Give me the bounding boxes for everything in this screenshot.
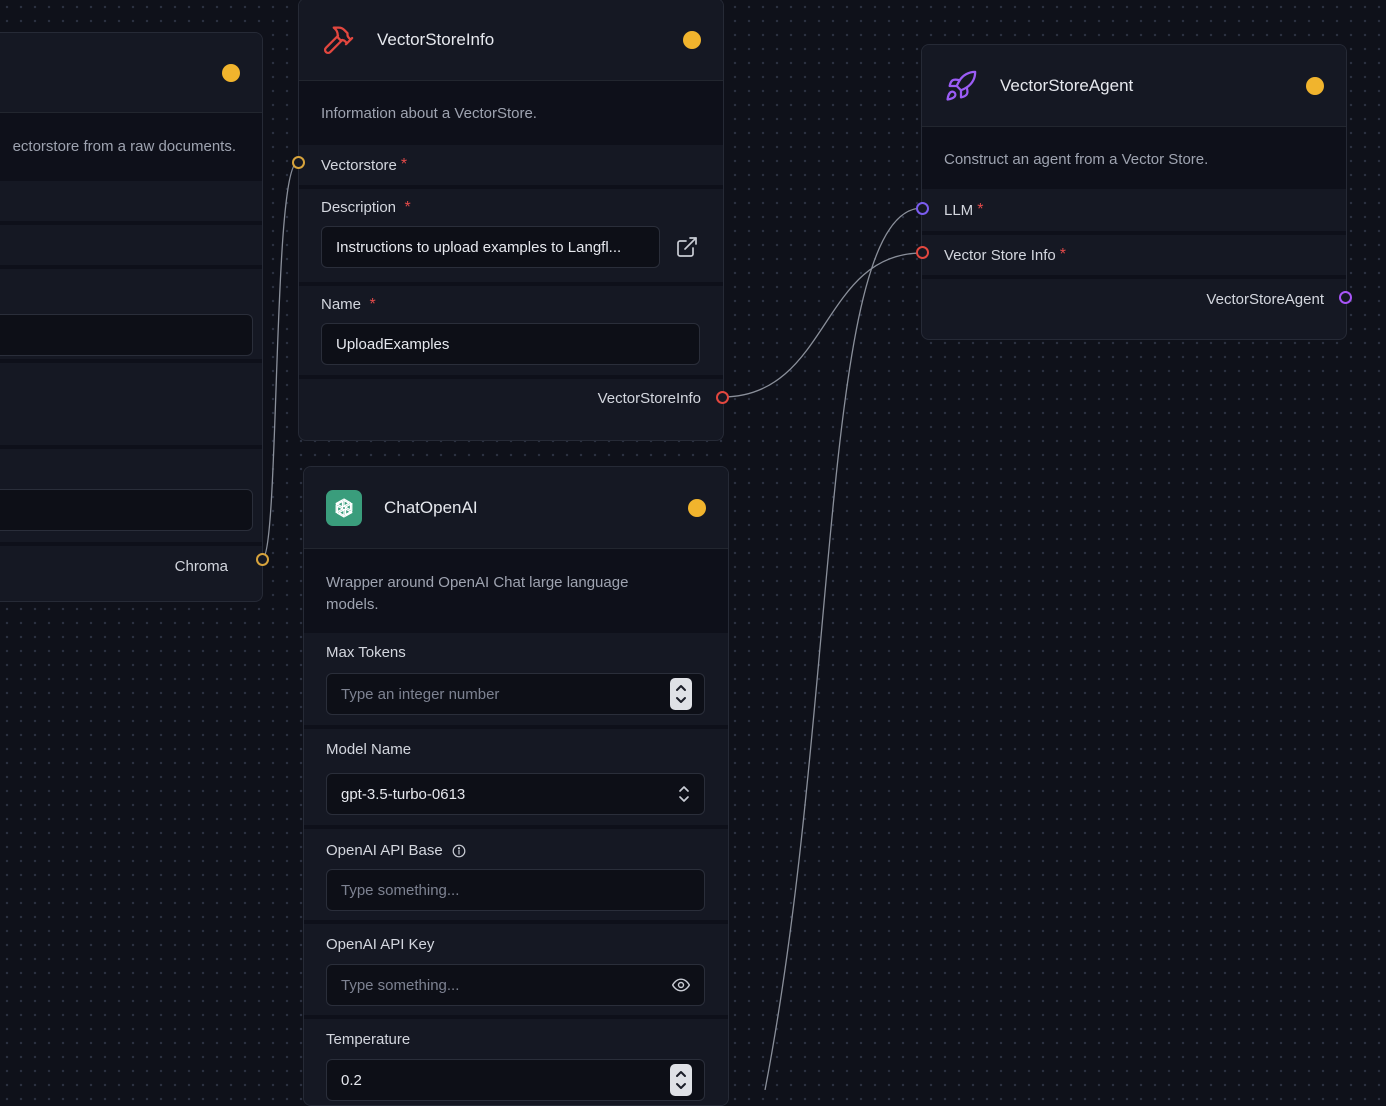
temperature-row: Temperature 0.2 [304,1015,728,1105]
chroma-description: ectorstore from a raw documents. [0,113,262,177]
status-indicator [683,30,701,49]
vectorstoreagent-header[interactable]: VectorStoreAgent [922,45,1346,127]
number-stepper-icon[interactable] [670,678,692,710]
external-link-icon[interactable] [675,235,699,259]
node-title: VectorStoreAgent [1000,75,1134,95]
openai-icon [326,489,362,526]
vector-store-info-input-handle[interactable] [916,246,929,259]
api-key-label: OpenAI API Key [326,936,435,953]
edge-vectorstoreinfo-to-agent[interactable] [721,252,923,398]
output-label: VectorStoreInfo [597,389,701,407]
node-description: Construct an agent from a Vector Store. [922,127,1346,189]
max-tokens-row: Max Tokens Type an integer number [304,633,728,725]
vectorstore-label: Vectorstore [321,156,397,174]
chroma-output-handle[interactable] [256,553,269,566]
node-description: Wrapper around OpenAI Chat large languag… [304,549,728,633]
eye-icon[interactable] [670,975,692,995]
status-indicator [688,498,706,517]
api-base-row: OpenAI API Base Type something... [304,825,728,920]
description-label: Description [321,199,397,216]
vector-store-info-label: Vector Store Info [944,246,1056,264]
llm-input-handle[interactable] [916,202,929,215]
chatopenai-header[interactable]: ChatOpenAI [304,467,728,549]
chroma-row-4 [0,359,262,445]
vectorstore-input-row: Vectorstore * [299,145,723,185]
vectorstore-input-handle[interactable] [292,156,305,169]
chroma-output-label: Chroma [174,557,228,575]
chevron-up-down-icon[interactable] [677,783,691,805]
name-label: Name [321,296,362,313]
max-tokens-input[interactable]: Type an integer number [326,673,705,715]
agent-output-handle[interactable] [1339,291,1352,304]
node-title: VectorStoreInfo [377,29,495,49]
chroma-row-5: ... [0,445,262,542]
chroma-row-3 [0,265,262,359]
api-key-input[interactable]: Type something... [326,964,705,1006]
llm-label: LLM [944,201,974,219]
agent-output-row: VectorStoreAgent [922,275,1346,319]
max-tokens-label: Max Tokens [326,644,406,661]
description-field[interactable]: Instructions to upload examples to Langf… [321,226,660,268]
node-title: ChatOpenAI [384,497,478,517]
temperature-input[interactable]: 0.2 [326,1059,705,1101]
info-icon[interactable] [452,844,466,858]
vectorstoreinfo-header[interactable]: VectorStoreInfo [299,0,723,81]
model-name-select[interactable]: gpt-3.5-turbo-0613 [326,773,705,815]
status-indicator [222,63,240,82]
chroma-field-1[interactable] [0,314,253,356]
required-marker: * [404,199,411,216]
name-param-row: Name * UploadExamples [299,282,723,375]
description-param-row: Description * Instructions to upload exa… [299,185,723,282]
temperature-label: Temperature [326,1031,411,1048]
model-name-label: Model Name [326,741,412,758]
chroma-row-1 [0,177,262,221]
output-label: VectorStoreAgent [1206,290,1324,308]
edge-chroma-to-vectorstore[interactable] [261,161,299,560]
model-name-row: Model Name gpt-3.5-turbo-0613 [304,725,728,825]
required-marker: * [369,296,376,313]
required-marker: * [400,156,408,173]
node-description: Information about a VectorStore. [299,81,723,145]
api-base-input[interactable]: Type something... [326,869,705,911]
edge-chatopenai-to-llm[interactable] [764,207,923,1090]
required-marker: * [977,201,984,218]
chroma-field-2[interactable]: ... [0,489,253,531]
vectorstoreagent-node[interactable]: VectorStoreAgent Construct an agent from… [921,44,1347,340]
chroma-output-row: Chroma [0,542,262,586]
hammer-icon [321,23,355,57]
llm-input-row: LLM * [922,189,1346,231]
api-base-label: OpenAI API Base [326,842,443,859]
name-field[interactable]: UploadExamples [321,323,700,365]
chroma-node-header[interactable] [0,33,262,113]
chatopenai-node[interactable]: ChatOpenAI Wrapper around OpenAI Chat la… [303,466,729,1106]
status-indicator [1306,76,1324,95]
number-stepper-icon[interactable] [670,1064,692,1096]
vsi-input-row: Vector Store Info * [922,231,1346,275]
chroma-node[interactable]: ectorstore from a raw documents. ... Chr… [0,32,263,602]
vectorstoreinfo-output-row: VectorStoreInfo [299,375,723,417]
rocket-icon [944,69,978,103]
required-marker: * [1059,246,1066,263]
chroma-row-2 [0,221,262,265]
vectorstoreinfo-output-handle[interactable] [716,391,729,404]
api-key-row: OpenAI API Key Type something... [304,920,728,1015]
vectorstoreinfo-node[interactable]: VectorStoreInfo Information about a Vect… [298,0,724,441]
